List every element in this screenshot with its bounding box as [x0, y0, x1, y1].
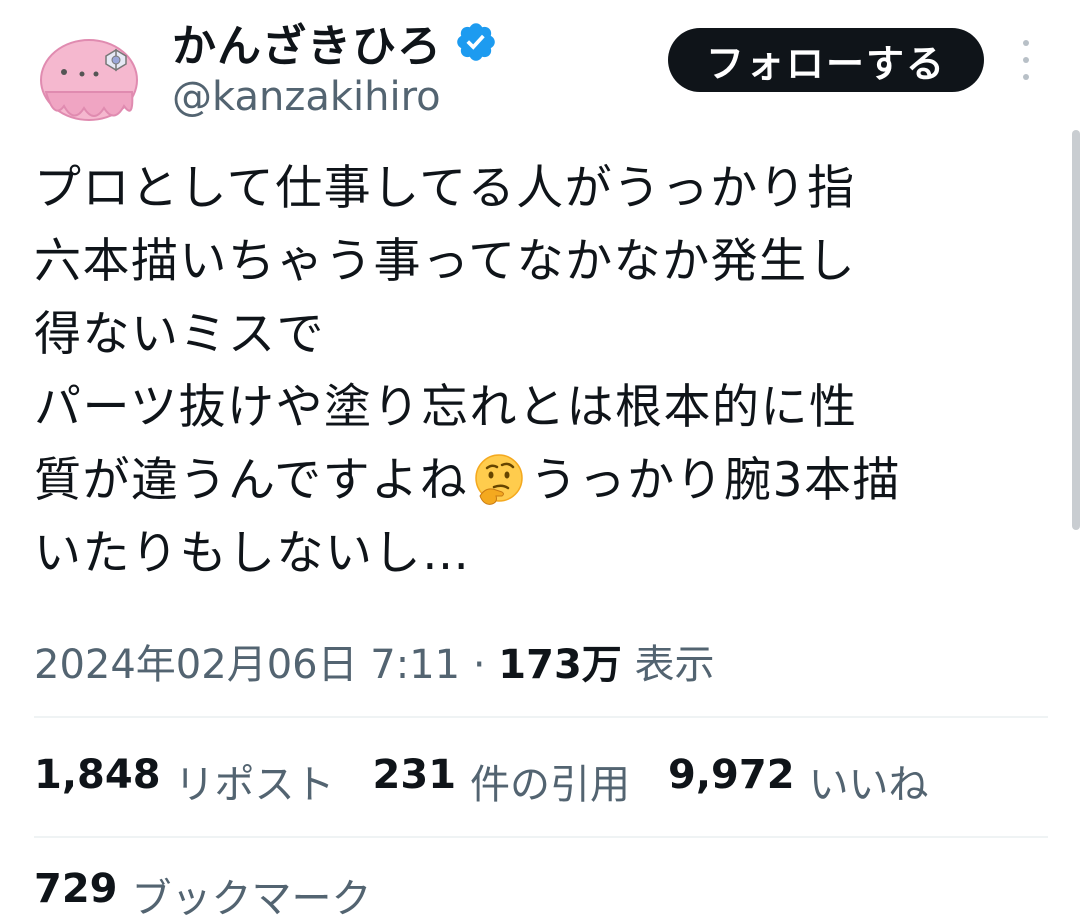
- views-count: 173万: [498, 642, 622, 688]
- divider: [34, 836, 1048, 838]
- tweet-meta: 2024年02月06日 7:11 · 173万 表示: [34, 632, 715, 690]
- follow-button[interactable]: フォローする: [668, 28, 984, 92]
- engagement-stats: 1,848 リポスト 231 件の引用 9,972 いいね: [34, 752, 929, 810]
- bookmarks-stat[interactable]: 729 ブックマーク: [34, 866, 372, 918]
- quotes-label: 件の引用: [470, 762, 631, 808]
- tweet-line-part: うっかり腕3本描: [530, 453, 902, 508]
- avatar[interactable]: [34, 20, 144, 130]
- tweet-page: かんざきひろ @kanzakihiro フォローする プロとして仕事してる人がう…: [0, 0, 1080, 918]
- reposts-count: 1,848: [34, 752, 161, 798]
- reposts-label: リポスト: [174, 762, 335, 808]
- tweet-line: いたりもしないし…: [34, 526, 471, 581]
- tweet-line: 六本描いちゃう事ってなかなか発生し: [34, 234, 857, 289]
- likes-label: いいね: [808, 762, 929, 808]
- tweet-line: パーツ抜けや塗り忘れとは根本的に性: [34, 380, 858, 435]
- display-name[interactable]: かんざきひろ: [172, 10, 498, 74]
- views-label: 表示: [634, 642, 715, 688]
- reposts-stat[interactable]: 1,848 リポスト: [34, 752, 335, 810]
- verified-badge-icon: [454, 20, 498, 64]
- display-name-text: かんざきひろ: [172, 21, 442, 72]
- tweet-line-with-emoji: 質が違うんですよね うっかり腕3本描: [34, 444, 1064, 517]
- quotes-stat[interactable]: 231 件の引用: [373, 752, 631, 810]
- tweet-line: プロとして仕事してる人がうっかり指: [34, 161, 856, 216]
- avatar-image: [40, 39, 138, 121]
- bookmarks-count: 729: [34, 866, 118, 912]
- bookmarks-label: ブックマーク: [131, 876, 372, 918]
- likes-count: 9,972: [668, 752, 795, 798]
- user-handle[interactable]: @kanzakihiro: [172, 74, 441, 120]
- quotes-count: 231: [372, 752, 457, 798]
- tweet-line: 得ないミスで: [34, 307, 325, 362]
- tweet-timestamp[interactable]: 2024年02月06日 7:11: [34, 642, 460, 688]
- tweet-line-part: 質が違うんですよね: [34, 453, 469, 508]
- divider: [34, 716, 1048, 718]
- likes-stat[interactable]: 9,972 いいね: [668, 752, 929, 810]
- scrollbar[interactable]: [1072, 130, 1080, 530]
- tweet-text: プロとして仕事してる人がうっかり指 六本描いちゃう事ってなかなか発生し 得ないミ…: [34, 152, 1064, 590]
- meta-separator: ·: [460, 642, 499, 688]
- more-vertical-icon[interactable]: [1016, 40, 1036, 80]
- thinking-face-emoji-icon: [472, 452, 526, 506]
